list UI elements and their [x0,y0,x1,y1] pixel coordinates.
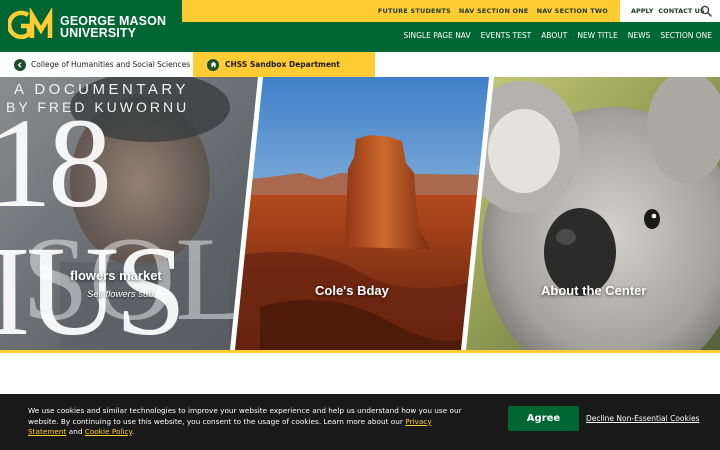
nav-news[interactable]: NEWS [628,31,651,40]
koala-image [462,77,720,350]
breadcrumb-college-link[interactable]: College of Humanities and Social Science… [0,52,193,77]
search-icon[interactable] [700,5,712,17]
nav-section-one[interactable]: SECTION ONE [660,31,712,40]
gm-logo-icon [8,8,53,40]
cookie-message: We use cookies and similar technologies … [28,406,466,438]
cookie-message-joiner: and [66,427,85,436]
util-link-nav-section-two[interactable]: NAV SECTION TWO [537,7,608,15]
apply-link[interactable]: APPLY [631,7,653,15]
logo-wordmark: GEORGE MASON UNIVERSITY [60,15,166,40]
contact-us-link[interactable]: CONTACT US [658,7,704,15]
breadcrumb-department-link[interactable]: CHSS Sandbox Department [193,52,375,77]
chevron-left-icon [14,58,26,71]
hero-panel-subtitle: Sell flowers sub [87,289,154,300]
desert-mesa-image [230,77,492,350]
site-header: GEORGE MASON UNIVERSITY FUTURE STUDENTS … [0,0,720,52]
utility-right-nav: APPLY CONTACT US [620,0,720,22]
breadcrumb: College of Humanities and Social Science… [0,52,720,77]
util-link-nav-section-one[interactable]: NAV SECTION ONE [459,7,529,15]
nav-events-test[interactable]: EVENTS TEST [481,31,532,40]
hero-bottom-strip [0,350,720,353]
nav-new-title[interactable]: NEW TITLE [577,31,617,40]
cookie-message-text: We use cookies and similar technologies … [28,406,462,426]
breadcrumb-college-label: College of Humanities and Social Science… [31,60,191,69]
logo-line-2: UNIVERSITY [60,26,137,40]
cookie-policy-link[interactable]: Cookie Policy [85,427,132,436]
cookie-message-end: . [131,427,135,436]
hero-panel-title: Cole's Bday [315,283,389,298]
nav-about[interactable]: ABOUT [541,31,567,40]
decline-cookies-link[interactable]: Decline Non-Essential Cookies [586,414,699,423]
hero-panel-title: About the Center [541,283,647,298]
breadcrumb-department-label: CHSS Sandbox Department [225,60,340,69]
agree-button[interactable]: Agree [508,406,579,431]
hero-carousel: A DOCUMENTARY BY FRED KUWORNU 18 IUS SOL… [0,77,720,350]
hero-panel-title: flowers market [70,268,162,283]
hero-panel-coles-bday[interactable]: Cole's Bday [230,77,492,350]
utility-nav: FUTURE STUDENTS NAV SECTION ONE NAV SECT… [182,0,620,22]
university-logo[interactable]: GEORGE MASON UNIVERSITY [0,0,182,52]
util-link-future-students[interactable]: FUTURE STUDENTS [378,7,451,15]
hero-panel-flowers-market[interactable]: A DOCUMENTARY BY FRED KUWORNU 18 IUS SOL… [0,77,262,350]
hero-panel-about-the-center[interactable]: About the Center [462,77,720,350]
nav-single-page-nav[interactable]: SINGLE PAGE NAV [404,31,471,40]
main-nav: SINGLE PAGE NAV EVENTS TEST ABOUT NEW TI… [404,31,712,40]
home-icon [207,58,219,71]
